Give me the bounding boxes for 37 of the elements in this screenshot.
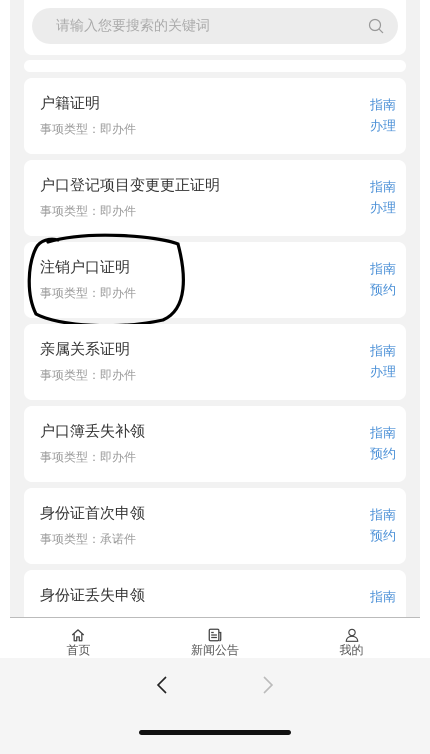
service-card[interactable]: 注销户口证明 事项类型：即办件 指南 预约 bbox=[24, 242, 406, 318]
item-title: 注销户口证明 bbox=[40, 257, 131, 278]
service-card[interactable]: 亲属关系证明 事项类型：即办件 指南 办理 bbox=[24, 324, 406, 400]
item-link[interactable]: 指南 bbox=[370, 178, 396, 197]
item-type: 事项类型：即办件 bbox=[40, 285, 136, 302]
item-link[interactable]: 指南 bbox=[370, 424, 396, 443]
item-title: 户口簿丢失补领 bbox=[40, 421, 145, 442]
item-title: 户口登记项目变更更正证明 bbox=[40, 175, 220, 196]
item-link[interactable]: 预约 bbox=[370, 527, 396, 546]
item-link[interactable]: 指南 bbox=[370, 342, 396, 361]
service-card[interactable]: 身份证丢失申领 指南 bbox=[24, 570, 406, 617]
item-link[interactable]: 指南 bbox=[370, 506, 396, 525]
item-title: 身份证首次申领 bbox=[40, 503, 145, 524]
tab-label[interactable]: 首页 bbox=[66, 642, 90, 658]
service-card[interactable]: 户口登记项目变更更正证明 事项类型：即办件 指南 办理 bbox=[24, 160, 406, 236]
item-link[interactable]: 指南 bbox=[370, 260, 396, 279]
item-title: 身份证丢失申领 bbox=[40, 585, 145, 606]
item-title: 亲属关系证明 bbox=[40, 339, 131, 360]
item-link[interactable]: 办理 bbox=[370, 199, 396, 218]
item-type: 事项类型：即办件 bbox=[40, 203, 137, 220]
tab-label[interactable]: 我的 bbox=[340, 642, 364, 658]
item-type: 事项类型：即办件 bbox=[40, 121, 136, 138]
item-link[interactable]: 预约 bbox=[370, 281, 396, 300]
search-field[interactable]: 请输入您要搜索的关键词 bbox=[32, 8, 398, 44]
item-link[interactable]: 指南 bbox=[370, 588, 396, 607]
service-card[interactable]: 户口簿丢失补领 事项类型：即办件 指南 预约 bbox=[24, 406, 406, 482]
tab-label[interactable]: 新闻公告 bbox=[191, 642, 239, 658]
service-card[interactable]: 身份证首次申领 事项类型：承诺件 指南 预约 bbox=[24, 488, 406, 564]
item-type: 事项类型：即办件 bbox=[40, 449, 137, 466]
item-title: 户籍证明 bbox=[40, 93, 101, 114]
item-link[interactable]: 指南 bbox=[370, 96, 396, 115]
item-type: 事项类型：承诺件 bbox=[40, 531, 137, 548]
item-link[interactable]: 办理 bbox=[370, 363, 396, 382]
item-link[interactable]: 预约 bbox=[370, 445, 396, 464]
service-card[interactable]: 户籍证明 事项类型：即办件 指南 办理 bbox=[24, 78, 406, 154]
item-link[interactable]: 办理 bbox=[370, 117, 396, 136]
item-type: 事项类型：即办件 bbox=[40, 367, 136, 384]
